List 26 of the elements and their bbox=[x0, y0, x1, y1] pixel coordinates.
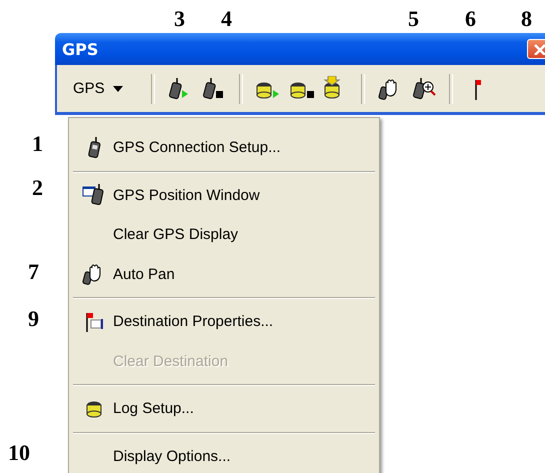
callout-number: 5 bbox=[408, 8, 419, 30]
callout-number: 8 bbox=[521, 8, 532, 30]
menu-item: Clear Destination bbox=[113, 352, 228, 370]
close-icon bbox=[533, 43, 545, 55]
caret-icon bbox=[112, 86, 123, 92]
menu-item[interactable]: GPS Connection Setup... bbox=[113, 139, 281, 156]
menu-item[interactable]: Destination Properties... bbox=[113, 313, 274, 330]
menu-item[interactable]: Log Setup... bbox=[113, 400, 194, 418]
callout-number: 7 bbox=[28, 261, 39, 283]
menu-item[interactable]: Auto Pan bbox=[113, 266, 175, 283]
callout-number: 3 bbox=[174, 8, 185, 30]
menu-item[interactable]: Display Options... bbox=[113, 448, 231, 465]
handheld-window-icon bbox=[82, 184, 106, 206]
log-icon bbox=[86, 400, 102, 418]
callout-number: 2 bbox=[32, 177, 43, 199]
window-title: GPS bbox=[62, 40, 98, 58]
callout-number: 4 bbox=[221, 8, 232, 30]
menu-item[interactable]: Clear GPS Display bbox=[113, 226, 238, 244]
handheld-icon bbox=[87, 136, 101, 159]
callout-number: 6 bbox=[465, 8, 476, 30]
close-button[interactable] bbox=[527, 39, 545, 59]
callout-number: 1 bbox=[32, 133, 43, 155]
callout-number: 10 bbox=[8, 442, 30, 464]
callout-number: 9 bbox=[28, 308, 39, 330]
gps-dropdown[interactable]: GPS bbox=[67, 76, 129, 101]
menu-item[interactable]: GPS Position Window bbox=[113, 186, 260, 204]
